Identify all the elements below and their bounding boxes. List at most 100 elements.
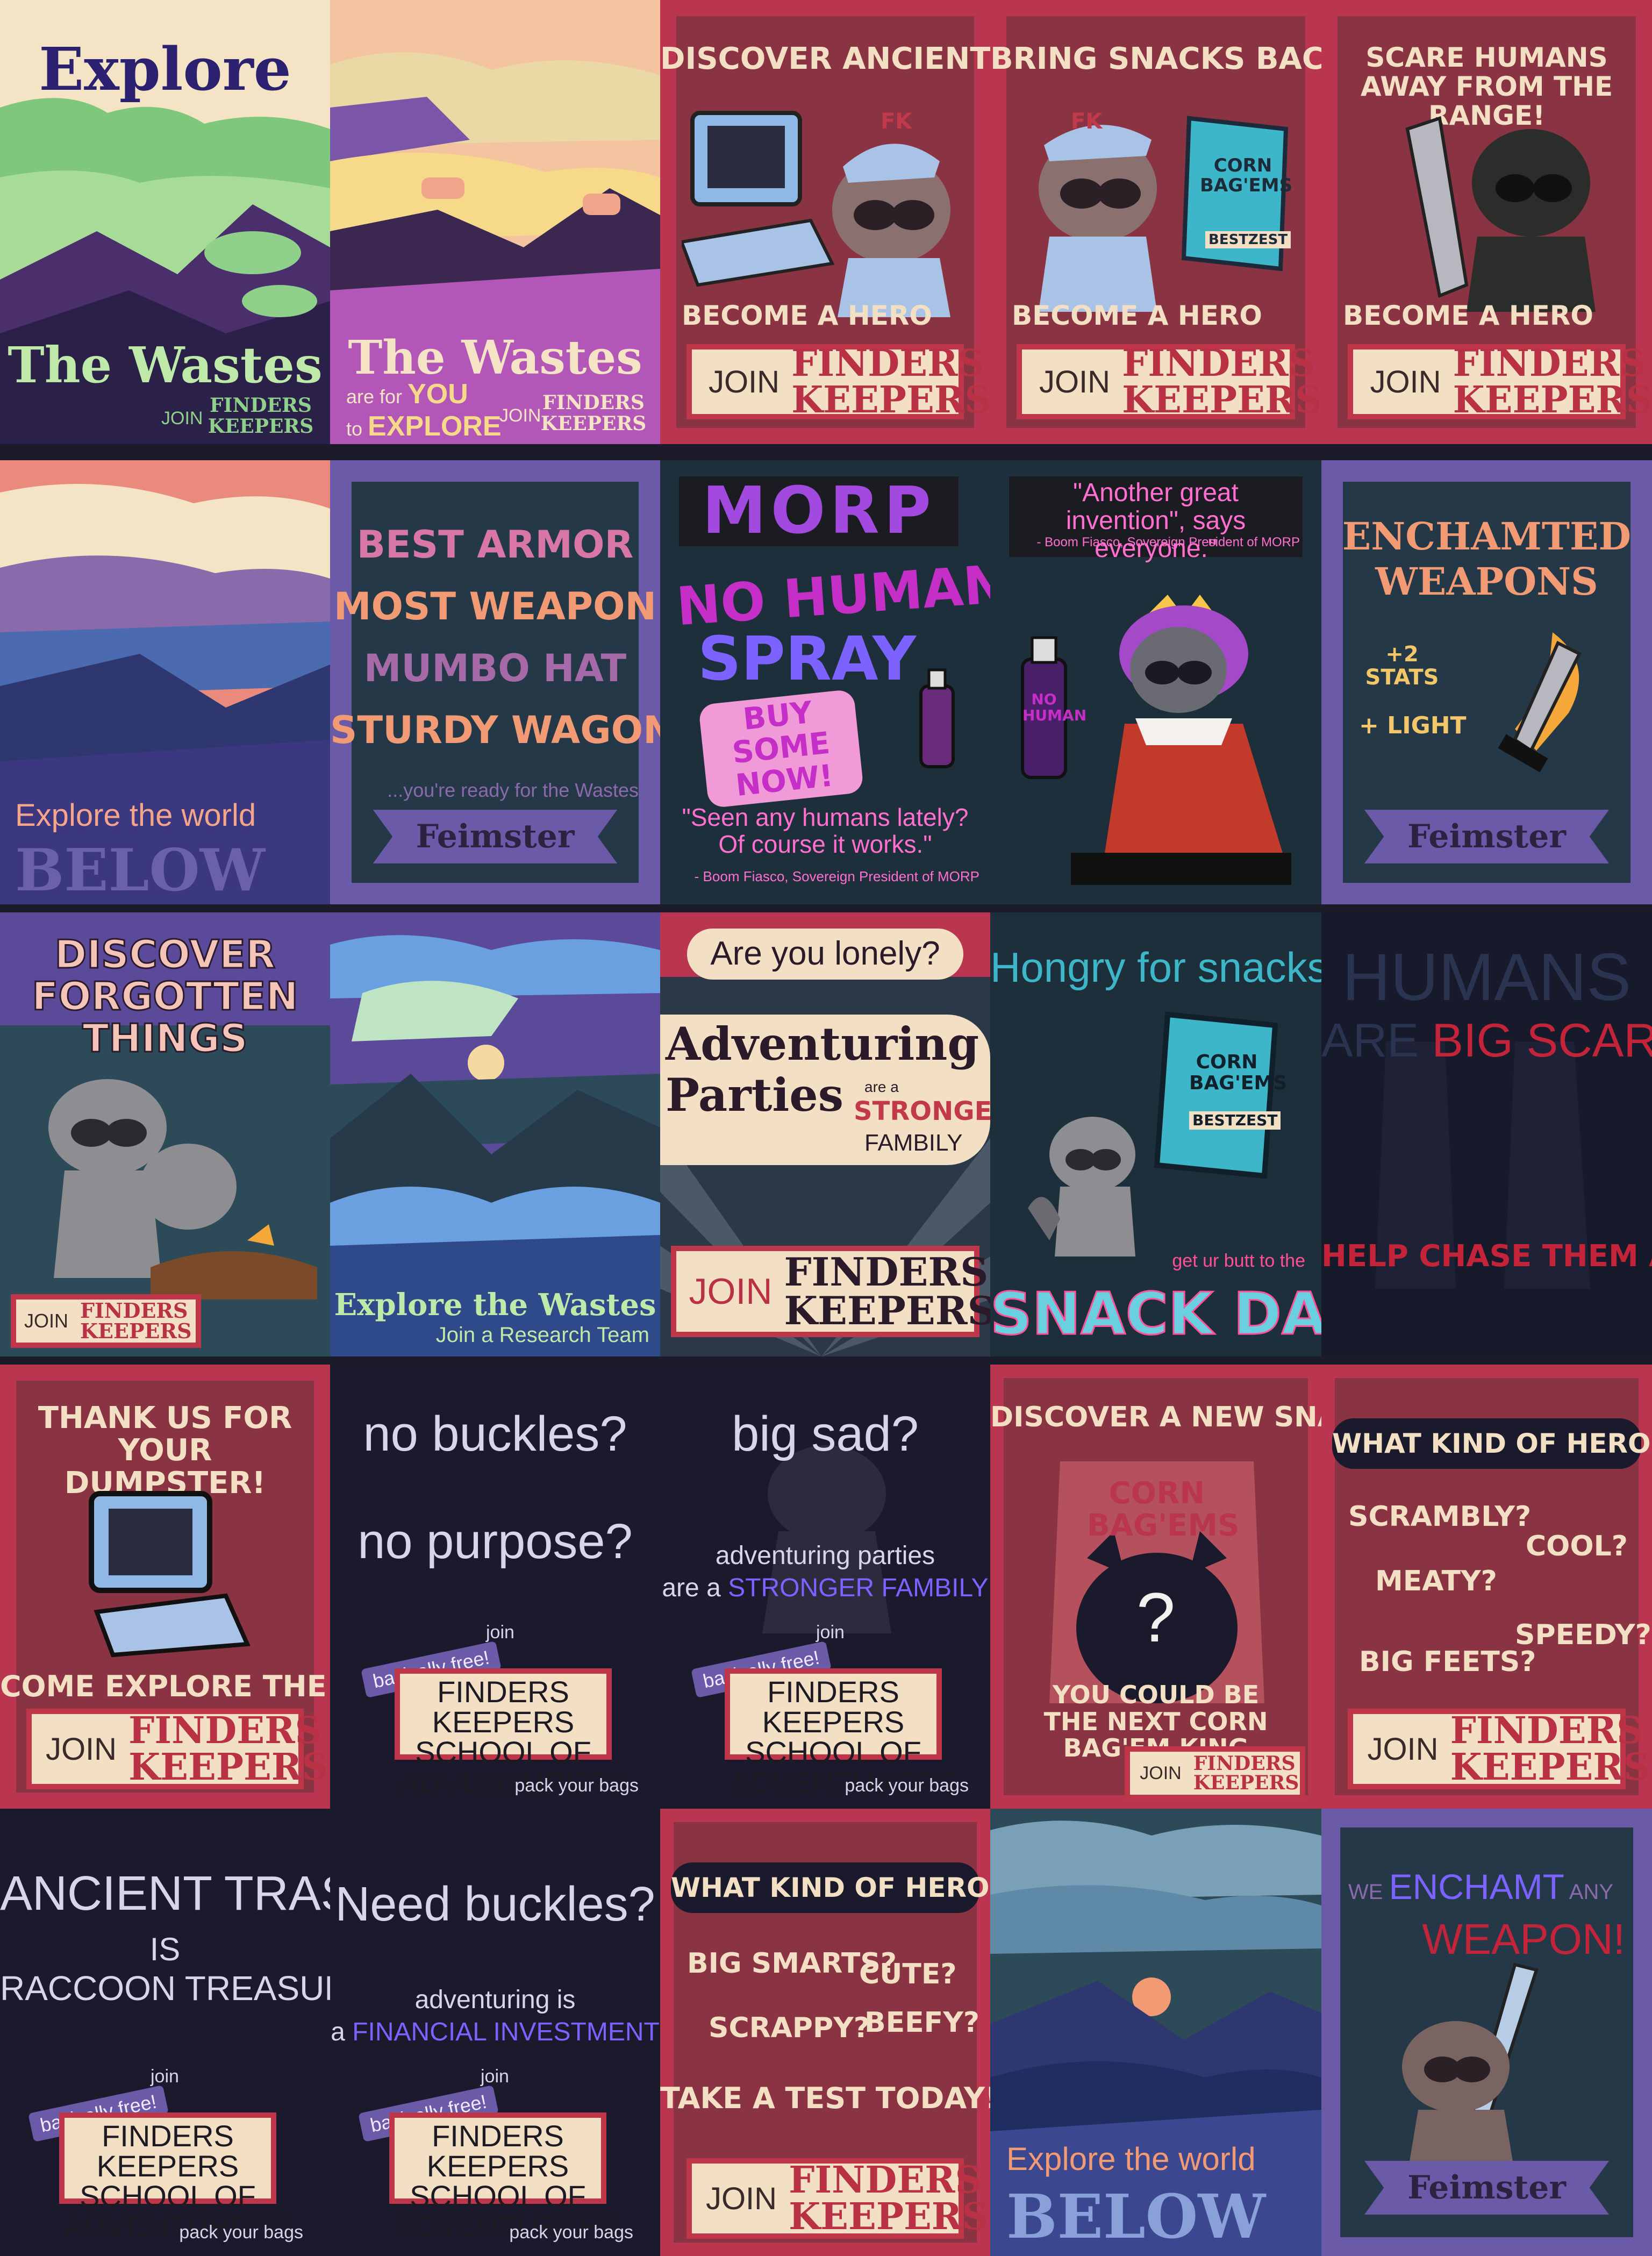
poster-subtitle: The Wastes — [8, 336, 323, 394]
raccoon-snackbag-illustration — [1028, 1011, 1278, 1256]
poster-hero-quiz-b: WHAT KIND OF HERO ARE YOU BIG SMARTS? CU… — [660, 1809, 990, 2256]
invention-attribution: - Boom Fiasco, Sovereign President of MO… — [1036, 535, 1300, 549]
scary-line: ARE BIG SCARY — [1321, 1015, 1652, 1066]
any-word: ANY — [1569, 1880, 1614, 1904]
join-finders-keepers-button: JOIN FINDERS KEEPERS — [1017, 344, 1321, 419]
finders-keepers-logo: FINDERS KEEPERS — [80, 1298, 192, 1343]
join-finders-keepers-button: JOIN FINDERS KEEPERS — [1348, 1709, 1650, 1789]
poster-research-team: Explore the Wastes Join a Research Team — [330, 912, 660, 1357]
pack-your-bags: pack your bags — [509, 2222, 633, 2243]
join-label: JOIN — [708, 364, 780, 399]
join-label: JOIN — [161, 408, 203, 429]
poster-title: Explore the Wastes — [334, 1287, 656, 1323]
invention-quote: "Another great invention", says everyone… — [1065, 479, 1246, 563]
snack-bag-label: BESTZEST — [1205, 231, 1291, 249]
join-finders-keepers-button: JOIN FINDERS KEEPERS — [26, 1709, 328, 1789]
join-finders-keepers-button: JOIN FINDERS KEEPERS — [1348, 342, 1652, 422]
poster-big-scary: HUMANS ARE BIG SCARY HELP CHASE THEM AWA… — [1321, 912, 1652, 1357]
line-are-for-a: are for — [346, 385, 403, 408]
financial-investment: FINANCIAL INVESTMENT — [352, 2018, 660, 2046]
finders-keepers-logo: FINDERS KEEPERS — [1453, 342, 1652, 422]
research-subtitle: Join a Research Team — [435, 1323, 649, 1347]
quiz-option-2: CUTE? — [859, 1958, 957, 1990]
poster-scare-humans: SCARE HUMANS AWAY FROM THE RANGE! BECOME… — [1321, 0, 1652, 444]
fambily-word: FAMBILY — [864, 1130, 963, 1156]
quiz-option-3: SCRAPPY? — [709, 2012, 870, 2044]
weapon-word: WEAPON! — [1422, 1915, 1625, 1963]
poster-title: WHAT KIND OF HERO ARE YOU — [671, 1862, 990, 1913]
join-finders-keepers-button: JOIN FINDERS KEEPERS — [686, 2158, 988, 2239]
morp-logo: MORP — [702, 474, 935, 548]
poster-title: WHAT KIND OF HERO ARE YOU — [1332, 1418, 1652, 1469]
morp-attribution: - Boom Fiasco, Sovereign President of MO… — [694, 868, 979, 884]
stronger-fambily: STRONGER FAMBILY — [728, 1574, 989, 1602]
join-finders-keepers-button: JOIN FINDERS KEEPERS — [11, 1294, 201, 1348]
poster-big-sad: big sad? adventuring parties are a STRON… — [660, 1365, 990, 1809]
poster-explore-below: Explore the world BELOW — [0, 460, 330, 904]
join-label: JOIN — [1367, 1731, 1439, 1767]
school-of-adventurers-sign: FINDERS KEEPERS SCHOOL OF ADVENTURERS — [59, 2112, 292, 2241]
poster-lonely-parties: Are you lonely? Adventuring Parties are … — [660, 912, 990, 1357]
finders-keepers-logo: FINDERS KEEPERS — [540, 391, 647, 435]
become-hero-tag: BECOME A HERO — [1343, 300, 1593, 331]
stronger-word: STRONGER — [854, 1096, 990, 1126]
become-hero-tag: BECOME A HERO — [682, 300, 932, 331]
poster-ancient-trash: DISCOVER ANCIENT TRASH FK BECOME A HERO … — [660, 0, 990, 444]
gear-item-1: BEST ARMOR — [356, 523, 634, 567]
join-label: JOIN — [1370, 364, 1441, 399]
explore-line: Explore the world — [1006, 2141, 1256, 2177]
raccoon-snack-illustration — [1039, 116, 1289, 312]
poster-title: DISCOVER ANCIENT TRASH — [660, 41, 990, 76]
we-word: WE — [1348, 1880, 1383, 1904]
line-to-b: EXPLORE — [368, 411, 502, 442]
join-small: join — [151, 2066, 179, 2087]
snack-bag-brand: CORN BAG'EMS — [1200, 155, 1293, 196]
big-scary-word: BIG SCARY — [1432, 1013, 1652, 1067]
president-raccoon-illustration — [1021, 595, 1291, 885]
poster-title: Hongry for snacks? — [990, 944, 1321, 991]
are-a: are a — [864, 1079, 899, 1095]
snack-dandy-small: get ur butt to the — [1172, 1251, 1305, 1271]
explore-line: Explore the world — [15, 798, 256, 833]
poster-new-snack: DISCOVER A NEW SNACK? CORN BAG'EMS ? YOU… — [990, 1365, 1321, 1809]
poster-bring-snacks: BRING SNACKS BACK FK CORN BAG'EMS BESTZE… — [990, 0, 1321, 444]
join-small: join — [816, 1622, 845, 1643]
gear-subline: ...you're ready for the Wastes — [387, 779, 639, 801]
school-of-adventurers-sign: FINDERS KEEPERS SCHOOL OF ADVENTURERS — [389, 2112, 622, 2241]
below-title: BELOW — [1006, 2182, 1266, 2252]
cap-badge: FK — [1071, 109, 1103, 134]
poster-morp-president: "Another great invention", says everyone… — [990, 460, 1321, 904]
finders-keepers-logo: FINDERS KEEPERS — [1450, 1709, 1650, 1789]
gear-item-4: STURDY WAGONS — [330, 708, 660, 752]
raccoons-digging-illustration — [48, 1079, 317, 1300]
line-to-a: to — [346, 418, 363, 440]
sword-raccoon-illustration — [1405, 116, 1596, 312]
poster-thank-dumpster: THANK US FOR YOUR DUMPSTER! COME EXPLORE… — [0, 1365, 330, 1809]
take-a-test: TAKE A TEST TODAY! — [660, 2081, 990, 2115]
feimster-brand: Feimster — [1407, 2169, 1567, 2207]
cap-badge: FK — [881, 109, 912, 134]
finders-keepers-logo: FINDERS KEEPERS — [208, 394, 314, 438]
poster-collage: Explore The Wastes JOIN FINDERS KEEPERS … — [0, 0, 1652, 2256]
feimster-ribbon: Feimster — [1364, 2161, 1610, 2215]
big-sad-line: big sad? — [732, 1407, 919, 1461]
gear-item-2: MOST WEAPON — [333, 584, 657, 629]
poster-title: BRING SNACKS BACK — [990, 41, 1321, 76]
flaming-sword-icon — [1498, 632, 1582, 773]
parties-word: Parties — [666, 1068, 844, 1122]
spray-line-2: SPRAY — [698, 624, 917, 694]
finders-keepers-logo: FINDERS KEEPERS — [128, 1709, 328, 1789]
feimster-ribbon: Feimster — [373, 810, 618, 863]
spray-can-label: NO HUMAN — [1022, 690, 1087, 725]
adventuring-is-line: adventuring is — [414, 1986, 576, 2014]
are-a: are a — [662, 1574, 721, 1602]
school-of-adventurers-sign: FINDERS KEEPERS SCHOOL OF ADVENTURERS — [395, 1668, 627, 1797]
computer-icon — [89, 1491, 251, 1658]
become-hero-tag: BECOME A HERO — [1012, 300, 1262, 331]
poster-forgotten-things: DISCOVER FORGOTTEN THINGS JOIN FINDERS K… — [0, 912, 330, 1357]
join-label: JOIN — [24, 1310, 68, 1332]
finders-keepers-logo: FINDERS KEEPERS — [784, 1249, 990, 1333]
are-word: ARE — [1321, 1013, 1419, 1067]
join-small: join — [486, 1622, 514, 1643]
poster-title: DISCOVER A NEW SNACK? — [990, 1401, 1321, 1433]
